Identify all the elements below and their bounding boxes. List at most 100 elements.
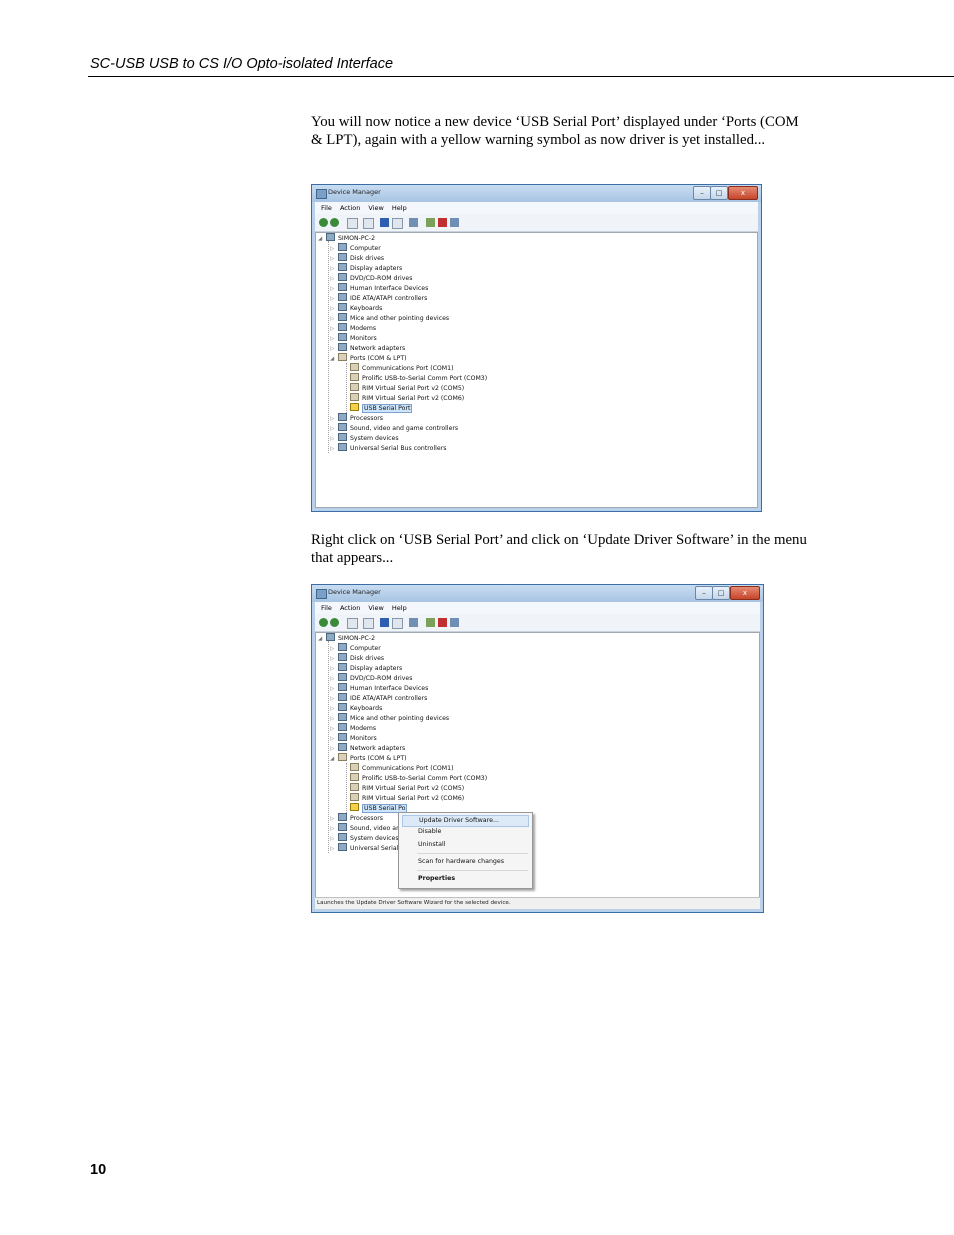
running-header: SC-USB USB to CS I/O Opto-isolated Inter… [90,56,394,72]
menu-separator [417,853,528,854]
tree-item-computer[interactable]: ▷ Computer [330,643,381,653]
title-bar: Device Manager – □ x [312,185,761,202]
view-icon[interactable] [392,218,403,229]
view-icon[interactable] [392,618,403,629]
tree-item-disk-drives[interactable]: ▷ Disk drives [330,653,384,663]
scan-icon[interactable] [409,218,418,227]
tree-guide [346,763,347,813]
uninstall-icon[interactable] [438,218,447,227]
menu-disable[interactable]: Disable [402,827,529,837]
tree-item-network[interactable]: ▷ Network adapters [330,743,405,753]
forward-icon[interactable] [330,618,339,627]
tree-item-dvd-drives[interactable]: ▷ DVD/CD-ROM drives [330,673,412,683]
collapsed-triangle-icon: ▷ [330,846,335,852]
menu-view[interactable]: View [368,202,383,214]
enable-icon[interactable] [450,618,459,627]
tree-item-keyboards[interactable]: ▷ Keyboards [330,703,382,713]
tree-item-sound[interactable]: ▷ Sound, video and game controllers [330,423,458,433]
minimize-button[interactable]: – [695,586,713,600]
maximize-button[interactable]: □ [710,186,728,200]
device-manager-window-2: Device Manager – □ x File Action View He… [311,584,764,913]
header-rule [88,76,954,77]
tree-item-modems[interactable]: ▷ Modems [330,323,376,333]
menu-scan-for-hardware-changes[interactable]: Scan for hardware changes [402,857,529,867]
port-connector-icon [350,793,359,801]
processor-icon [338,413,347,421]
port-connector-icon [350,773,359,781]
usb-icon [338,843,347,851]
back-icon[interactable] [319,218,328,227]
tree-item-system[interactable]: ▷ System devices [330,833,399,843]
tree-item-keyboards[interactable]: ▷ Keyboards [330,303,382,313]
menu-action[interactable]: Action [340,602,360,614]
menu-view[interactable]: View [368,602,383,614]
menu-file[interactable]: File [321,202,332,214]
tree-item-network[interactable]: ▷ Network adapters [330,343,405,353]
menu-update-driver-software[interactable]: Update Driver Software... [402,815,529,827]
tree-item-ports[interactable]: ◢ Ports (COM & LPT) [330,753,407,763]
tree-item-dvd-drives[interactable]: ▷ DVD/CD-ROM drives [330,273,412,283]
close-button[interactable]: x [730,586,760,600]
menu-properties[interactable]: Properties [402,874,529,884]
port-item-com5[interactable]: RIM Virtual Serial Port v2 (COM5) [350,383,464,393]
tree-item-display-adapters[interactable]: ▷ Display adapters [330,663,402,673]
paragraph-1: You will now notice a new device ‘USB Se… [311,114,799,148]
tree-item-mice[interactable]: ▷ Mice and other pointing devices [330,313,449,323]
tree-item-processors[interactable]: ▷ Processors [330,413,383,423]
device-manager-icon [316,589,327,599]
update-driver-icon[interactable] [426,618,435,627]
port-item-com6[interactable]: RIM Virtual Serial Port v2 (COM6) [350,393,464,403]
tree-item-hid[interactable]: ▷ Human Interface Devices [330,283,428,293]
tree-item-sound[interactable]: ▷ Sound, video ar [330,823,399,833]
tree-item-ide[interactable]: ▷ IDE ATA/ATAPI controllers [330,293,427,303]
tree-item-mice[interactable]: ▷ Mice and other pointing devices [330,713,449,723]
enable-icon[interactable] [450,218,459,227]
tree-item-modems[interactable]: ▷ Modems [330,723,376,733]
port-connector-icon [350,393,359,401]
help-icon[interactable] [380,618,389,627]
tree-item-ports[interactable]: ◢ Ports (COM & LPT) [330,353,407,363]
menu-action[interactable]: Action [340,202,360,214]
tree-root[interactable]: ◢ SIMON-PC-2 [318,633,375,643]
maximize-button[interactable]: □ [712,586,730,600]
port-item-com6[interactable]: RIM Virtual Serial Port v2 (COM6) [350,793,464,803]
back-icon[interactable] [319,618,328,627]
close-button[interactable]: x [728,186,758,200]
details-icon[interactable] [363,218,374,229]
tree-guide [328,241,329,453]
properties-icon[interactable] [347,218,358,229]
tree-item-usb[interactable]: ▷ Universal Serial [330,843,398,853]
details-icon[interactable] [363,618,374,629]
uninstall-icon[interactable] [438,618,447,627]
menu-file[interactable]: File [321,602,332,614]
title-bar: Device Manager – □ x [312,585,763,602]
context-menu: Update Driver Software... Disable Uninst… [398,812,533,889]
port-item-com3[interactable]: Prolific USB-to-Serial Comm Port (COM3) [350,773,487,783]
tree-item-monitors[interactable]: ▷ Monitors [330,333,377,343]
tree-item-ide[interactable]: ▷ IDE ATA/ATAPI controllers [330,693,427,703]
tree-item-system[interactable]: ▷ System devices [330,433,399,443]
update-driver-icon[interactable] [426,218,435,227]
port-item-com3[interactable]: Prolific USB-to-Serial Comm Port (COM3) [350,373,487,383]
menu-uninstall[interactable]: Uninstall [402,840,529,850]
port-connector-icon [350,783,359,791]
tree-item-display-adapters[interactable]: ▷ Display adapters [330,263,402,273]
tree-item-usb[interactable]: ▷ Universal Serial Bus controllers [330,443,446,453]
tree-item-processors[interactable]: ▷ Processors [330,813,383,823]
port-item-com1[interactable]: Communications Port (COM1) [350,763,454,773]
menu-help[interactable]: Help [392,602,407,614]
port-item-usb-serial[interactable]: USB Serial Port [350,403,413,413]
tree-item-hid[interactable]: ▷ Human Interface Devices [330,683,428,693]
forward-icon[interactable] [330,218,339,227]
tree-item-computer[interactable]: ▷ Computer [330,243,381,253]
scan-icon[interactable] [409,618,418,627]
tree-item-disk-drives[interactable]: ▷ Disk drives [330,253,384,263]
properties-icon[interactable] [347,618,358,629]
help-icon[interactable] [380,218,389,227]
port-item-com1[interactable]: Communications Port (COM1) [350,363,454,373]
tree-root[interactable]: ◢ SIMON-PC-2 [318,233,375,243]
menu-help[interactable]: Help [392,202,407,214]
minimize-button[interactable]: – [693,186,711,200]
tree-item-monitors[interactable]: ▷ Monitors [330,733,377,743]
port-item-com5[interactable]: RIM Virtual Serial Port v2 (COM5) [350,783,464,793]
